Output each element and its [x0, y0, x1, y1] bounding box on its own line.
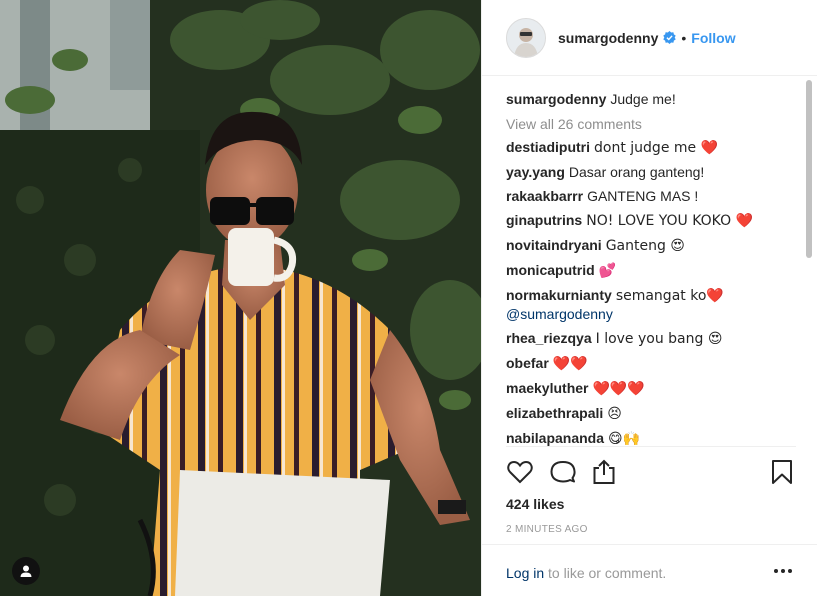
comment-username[interactable]: rakaakbarrr	[506, 188, 583, 204]
comment-item: elizabethrapali 😣	[506, 404, 796, 423]
more-options-icon[interactable]	[772, 563, 794, 579]
post-header: sumargodenny • Follow	[482, 0, 817, 76]
caption-username[interactable]: sumargodenny	[506, 91, 606, 107]
comment-text: NO! LOVE YOU KOKO ❤️	[586, 213, 753, 229]
comment-text: GANTENG MAS !	[587, 188, 699, 204]
comment-username[interactable]: normakurnianty	[506, 287, 612, 303]
comment-text: semangat ko❤️	[615, 288, 724, 304]
comment-item: yay.yang Dasar orang ganteng!	[506, 163, 796, 181]
comment-username[interactable]: nabilapananda	[506, 430, 604, 446]
follow-button[interactable]: Follow	[691, 30, 735, 46]
bookmark-icon[interactable]	[768, 458, 796, 486]
post-sidebar: sumargodenny • Follow sumargodenny Judge …	[481, 0, 817, 596]
comment-item: rakaakbarrr GANTENG MAS !	[506, 187, 796, 205]
separator-dot: •	[681, 29, 687, 46]
heart-icon[interactable]	[506, 458, 534, 486]
user-tag-icon	[20, 565, 32, 577]
login-link[interactable]: Log in	[506, 565, 544, 581]
comment-icon[interactable]	[549, 458, 577, 486]
scrollbar-thumb[interactable]	[806, 80, 812, 258]
comment-username[interactable]: destiadiputri	[506, 139, 590, 155]
comment-text: dont judge me ❤️	[594, 140, 719, 156]
post-photo[interactable]	[0, 0, 481, 596]
comments-list[interactable]: sumargodenny Judge me! View all 26 commen…	[506, 76, 796, 446]
action-bar	[506, 446, 796, 498]
username-link[interactable]: sumargodenny	[558, 30, 658, 46]
comment-username[interactable]: maekyluther	[506, 380, 588, 396]
comment-item: rhea_riezqya I love you bang 😍	[506, 329, 796, 348]
comment-text: 😣	[607, 406, 622, 422]
comment-text: 😋🙌	[608, 431, 641, 446]
verified-badge-icon	[663, 31, 677, 44]
comments-scrollbar[interactable]	[804, 80, 814, 444]
comment-username[interactable]: obefar	[506, 355, 549, 371]
caption-text: Judge me!	[610, 91, 676, 107]
user-tag-button[interactable]	[12, 557, 40, 585]
comment-text: 💕	[598, 263, 617, 279]
view-all-comments-link[interactable]: View all 26 comments	[506, 116, 796, 132]
login-prompt-text: to like or comment.	[544, 565, 667, 581]
comment-text: ❤️❤️❤️	[592, 381, 645, 397]
comment-item: monicaputrid 💕	[506, 261, 796, 280]
comment-item: normakurnianty semangat ko❤️ @sumargodenny	[506, 286, 796, 323]
comment-mention-link[interactable]: @sumargodenny	[506, 306, 613, 322]
avatar-image	[507, 18, 545, 57]
comment-text: ❤️❤️	[552, 356, 588, 372]
comment-item: obefar ❤️❤️	[506, 354, 796, 373]
comment-item: maekyluther ❤️❤️❤️	[506, 379, 796, 398]
comment-username[interactable]: elizabethrapali	[506, 405, 603, 421]
comment-item: nabilapananda 😋🙌	[506, 429, 796, 446]
likes-count[interactable]: 424 likes	[506, 496, 564, 512]
comment-username[interactable]: monicaputrid	[506, 262, 595, 278]
comment-text: I love you bang 😍	[595, 331, 723, 347]
avatar[interactable]	[506, 17, 546, 58]
comment-text: Dasar orang ganteng!	[568, 164, 705, 180]
comment-username[interactable]: yay.yang	[506, 164, 565, 180]
comment-username[interactable]: novitaindryani	[506, 237, 602, 253]
photo-illustration	[0, 0, 481, 596]
comment-item: destiadiputri dont judge me ❤️	[506, 138, 796, 157]
login-bar: Log in to like or comment.	[482, 544, 817, 596]
instagram-post: sumargodenny • Follow sumargodenny Judge …	[0, 0, 817, 596]
comment-item: ginaputrins NO! LOVE YOU KOKO ❤️	[506, 211, 796, 230]
post-timestamp[interactable]: 2 MINUTES AGO	[506, 524, 588, 535]
comment-username[interactable]: ginaputrins	[506, 212, 582, 228]
post-caption: sumargodenny Judge me!	[506, 90, 796, 108]
comment-item: novitaindryani Ganteng 😍	[506, 236, 796, 255]
comment-text: Ganteng 😍	[605, 238, 685, 254]
login-prompt: Log in to like or comment.	[506, 565, 666, 581]
share-icon[interactable]	[590, 458, 618, 486]
comment-username[interactable]: rhea_riezqya	[506, 330, 592, 346]
